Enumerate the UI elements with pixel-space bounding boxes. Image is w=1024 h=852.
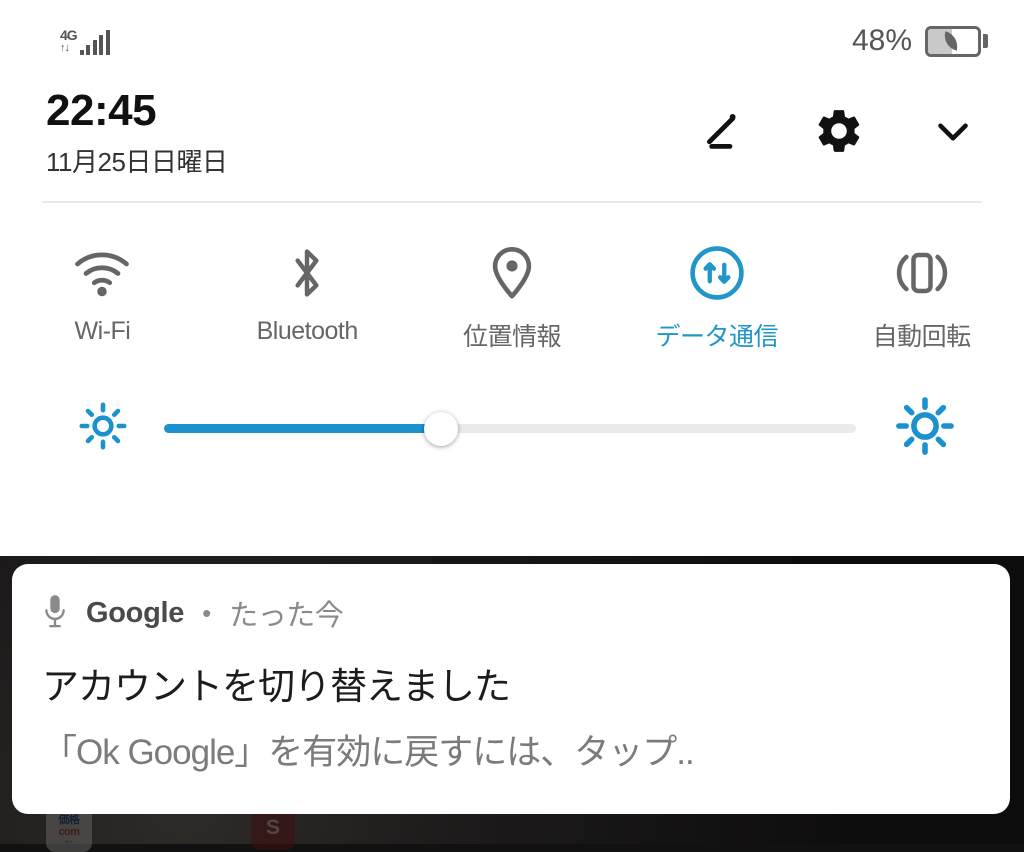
location-pin-icon: [487, 243, 537, 303]
expand-button[interactable]: [926, 104, 980, 158]
notification-app-name: Google: [86, 596, 185, 629]
wifi-icon: [71, 243, 133, 303]
quick-settings-tiles: Wi-Fi Bluetooth 位置情報 データ通信 自動回転: [0, 203, 1024, 353]
notification-shade-panel: 4G ↑↓ 48% 22:45 11月25日日曜日 Wi-Fi Bluetoot…: [0, 0, 1024, 556]
quick-tile-label: Wi-Fi: [74, 317, 131, 346]
brightness-slider-fill: [164, 424, 441, 434]
s-app-icon-letter: S: [265, 816, 280, 839]
signal-strength-icon: [79, 29, 110, 55]
battery-percentage: 48%: [851, 24, 912, 57]
brightness-slider[interactable]: [164, 411, 856, 446]
quick-tile-mobile-data[interactable]: データ通信: [614, 243, 819, 353]
kakaku-icon-line2: com: [58, 825, 80, 838]
quick-tile-bluetooth[interactable]: Bluetooth: [205, 243, 410, 353]
notification-body: 「Ok Google」を有効に戻すには、タップ..: [42, 733, 695, 772]
edit-icon: [700, 106, 750, 156]
quick-tile-label: Bluetooth: [256, 317, 359, 346]
notification-time: たった今: [229, 600, 344, 632]
quick-tile-label: 位置情報: [462, 323, 562, 352]
quick-tile-label: 自動回転: [872, 323, 972, 352]
notification-title: アカウントを切り替えました: [42, 666, 511, 707]
brightness-high-icon: [896, 397, 954, 460]
edit-button[interactable]: [698, 104, 752, 158]
network-type-indicator: 4G ↑↓: [60, 26, 78, 54]
gear-icon: [813, 105, 865, 157]
mobile-data-icon: [688, 243, 746, 303]
notification-card[interactable]: Google • たった今 アカウントを切り替えました 「Ok Google」を…: [12, 564, 1010, 814]
quick-tile-label: データ通信: [655, 323, 779, 352]
notification-header: Google • たった今: [42, 592, 980, 634]
header-actions: [698, 104, 980, 158]
microphone-icon: [42, 593, 68, 634]
kakaku-icon-line3: キャ: [65, 838, 73, 844]
notification-separator: •: [202, 597, 212, 628]
clock-time: 22:45: [46, 86, 157, 135]
status-bar-right: 48%: [852, 24, 988, 58]
brightness-slider-thumb[interactable]: [423, 411, 458, 446]
auto-rotate-icon: [892, 243, 952, 303]
bluetooth-icon: [284, 243, 330, 303]
quick-tile-auto-rotate[interactable]: 自動回転: [819, 243, 1024, 353]
data-arrows-icon: ↑↓: [60, 41, 70, 54]
brightness-low-icon: [78, 401, 128, 456]
clock-block: 22:45 11月25日日曜日: [46, 86, 228, 179]
network-type-label: 4G: [60, 26, 78, 43]
status-bar: 4G ↑↓ 48%: [0, 0, 1024, 82]
quick-tile-wifi[interactable]: Wi-Fi: [0, 243, 205, 353]
brightness-control: [0, 353, 1024, 460]
battery-icon: [925, 25, 988, 57]
quick-tile-location[interactable]: 位置情報: [410, 243, 615, 353]
clock-date: 11月25日日曜日: [46, 147, 228, 178]
chevron-down-icon: [928, 106, 978, 156]
clock-header: 22:45 11月25日日曜日: [0, 82, 1024, 179]
settings-button[interactable]: [812, 104, 866, 158]
kakaku-icon-line1: 価格: [58, 813, 81, 826]
status-bar-left: 4G ↑↓: [60, 28, 110, 55]
